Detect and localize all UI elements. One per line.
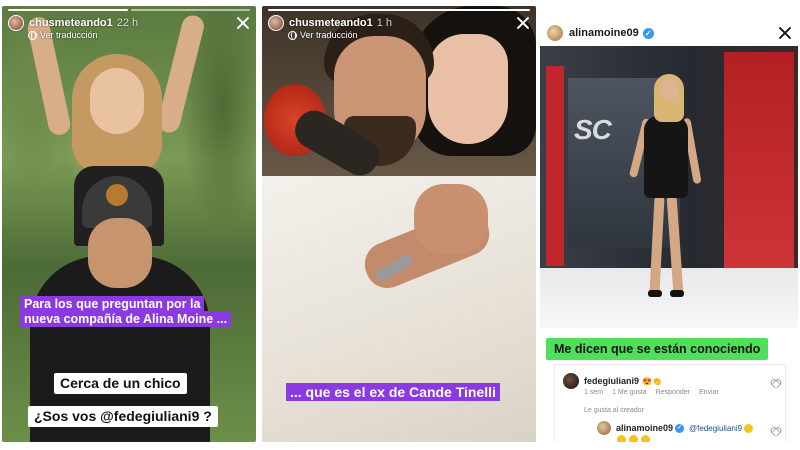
- caption-purple: Para los que preguntan por la nueva comp…: [20, 296, 256, 327]
- photo-face: [90, 68, 144, 134]
- story-photo: [262, 6, 536, 442]
- story-panel-3[interactable]: SC alinamoine09 ✓ Me dicen que se están …: [540, 6, 798, 442]
- close-icon[interactable]: [236, 16, 250, 30]
- photo-floor: [540, 268, 798, 328]
- story-time: 1 h: [376, 17, 393, 29]
- photo-set-panel: [546, 66, 564, 266]
- comment: fedegiuliani9 😍👏: [563, 373, 662, 389]
- translate-link[interactable]: Ver traducción: [288, 30, 358, 40]
- photo-set-panel: [724, 52, 794, 302]
- caption-line: Para los que preguntan por la: [20, 296, 205, 312]
- photo-shirt: [262, 176, 536, 442]
- caption-white: ¿Sos vos @fedegiuliani9 ?: [28, 406, 218, 427]
- photo-face: [428, 34, 508, 144]
- caption-purple: ... que es el ex de Cande Tinelli: [286, 383, 500, 401]
- story-progress-bar: [268, 9, 530, 11]
- story-progress: [268, 9, 530, 11]
- photo-shoe: [648, 290, 662, 297]
- comment-username[interactable]: fedegiuliani9: [584, 376, 639, 386]
- comment-meta: 1 sem 1 Me gusta Responder Enviar: [584, 389, 728, 396]
- photo-face: [88, 218, 152, 288]
- caption-line: nueva compañía de Alina Moine ...: [20, 311, 232, 327]
- reply: alinamoine09 ✓ @fedegiuliani9: [597, 421, 754, 435]
- story-username[interactable]: chusmeteando1: [29, 17, 113, 29]
- emoji-icon: [641, 435, 650, 442]
- story-progress: [8, 9, 250, 11]
- globe-icon: [288, 30, 297, 40]
- story-username[interactable]: alinamoine09: [569, 27, 639, 39]
- caption-line: ... que es el ex de Cande Tinelli: [286, 383, 500, 401]
- comment-age: 1 sem: [584, 389, 604, 396]
- reply-emojis: [615, 435, 650, 442]
- story-panel-1[interactable]: chusmeteando1 22 h Ver traducción Para l…: [2, 6, 256, 442]
- set-logo: SC: [574, 114, 612, 145]
- caption-white: Cerca de un chico: [54, 373, 187, 394]
- liked-by-creator: Le gusta al creador: [584, 407, 644, 414]
- avatar[interactable]: [268, 15, 284, 31]
- story-progress: [546, 9, 792, 11]
- globe-icon: [28, 30, 37, 40]
- story-title: Me dicen que se están conociendo: [546, 338, 769, 360]
- heart-icon[interactable]: [771, 427, 779, 435]
- heart-icon[interactable]: [771, 379, 779, 387]
- send-button[interactable]: Enviar: [699, 389, 719, 396]
- story-progress-bar: [130, 9, 250, 11]
- emoji-icon: [744, 423, 754, 433]
- translate-label: Ver traducción: [300, 30, 358, 40]
- photo-shoe: [670, 290, 684, 297]
- photo-face: [660, 78, 678, 100]
- verified-badge-icon: ✓: [642, 27, 654, 39]
- close-icon[interactable]: [778, 26, 792, 40]
- emoji-icon: [629, 435, 638, 442]
- verified-badge-icon: ✓: [675, 423, 685, 433]
- reply-button[interactable]: Responder: [656, 389, 690, 396]
- comment-likes[interactable]: 1 Me gusta: [612, 389, 647, 396]
- story-time: 22 h: [116, 17, 139, 29]
- reply-mention[interactable]: @fedegiuliani9: [689, 424, 742, 433]
- story-panel-2[interactable]: chusmeteando1 1 h Ver traducción ... que…: [262, 6, 536, 442]
- comment-text: 😍👏: [642, 376, 662, 386]
- photo-cap-logo: [106, 184, 128, 206]
- avatar[interactable]: [563, 373, 579, 389]
- translate-label: Ver traducción: [40, 30, 98, 40]
- photo-dress: [644, 116, 688, 198]
- reply-username[interactable]: alinamoine09: [616, 423, 673, 433]
- comment-card: fedegiuliani9 😍👏 1 sem 1 Me gusta Respon…: [554, 364, 786, 442]
- translate-link[interactable]: Ver traducción: [28, 30, 98, 40]
- story-header: alinamoine09 ✓: [546, 24, 792, 42]
- close-icon[interactable]: [516, 16, 530, 30]
- avatar[interactable]: [597, 421, 611, 435]
- story-progress-bar: [8, 9, 128, 11]
- emoji-icon: [617, 435, 626, 442]
- avatar[interactable]: [8, 15, 24, 31]
- photo-hand: [414, 184, 488, 254]
- avatar[interactable]: [546, 24, 564, 42]
- story-username[interactable]: chusmeteando1: [289, 17, 373, 29]
- story-progress-bar: [546, 9, 792, 11]
